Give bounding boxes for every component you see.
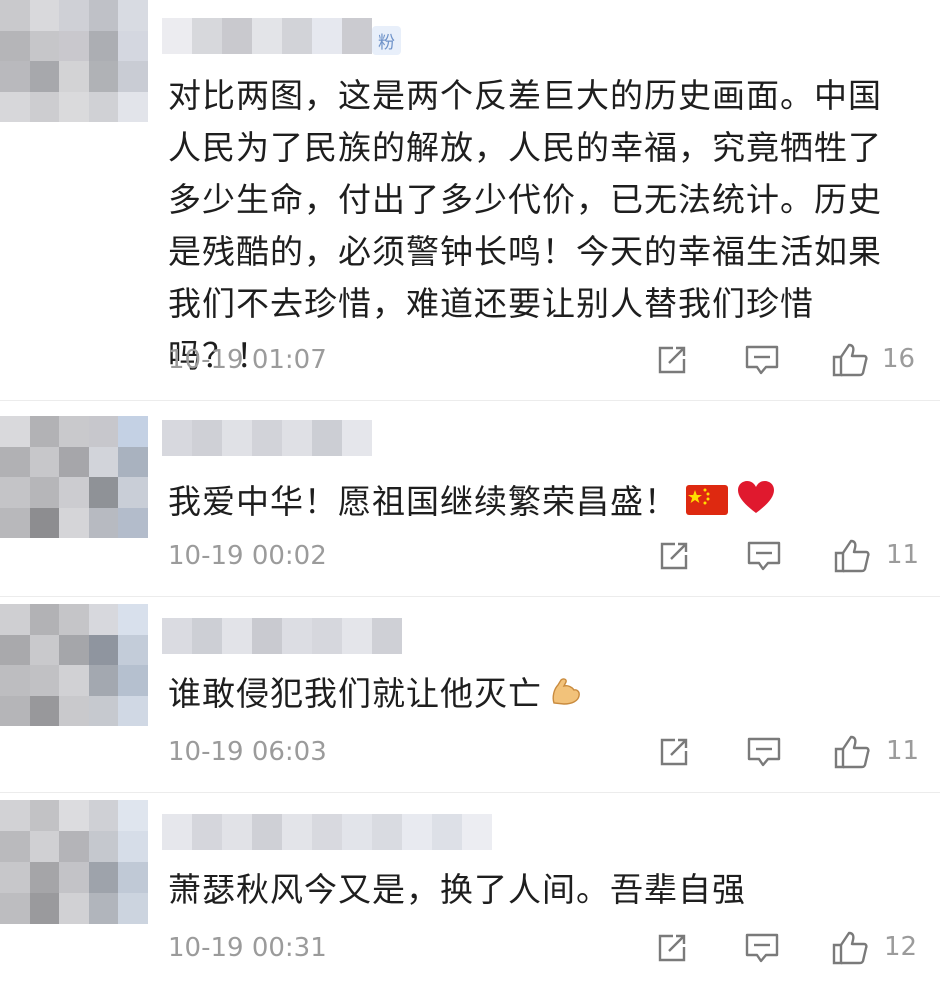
comment-text-content: 我爱中华！愿祖国继续繁荣昌盛！ bbox=[168, 482, 678, 521]
thumbs-up-icon[interactable] bbox=[832, 536, 872, 576]
comment-time: 10-19 00:31 bbox=[168, 933, 327, 963]
like-count: 11 bbox=[886, 540, 920, 570]
comment-time: 10-19 06:03 bbox=[168, 737, 327, 767]
thumbs-up-icon[interactable] bbox=[832, 732, 872, 772]
thumbs-up-icon[interactable] bbox=[830, 340, 870, 380]
reply-icon[interactable] bbox=[744, 732, 784, 772]
avatar[interactable] bbox=[0, 416, 148, 538]
comment-text: 我爱中华！愿祖国继续繁荣昌盛！ bbox=[168, 476, 912, 530]
like-count: 12 bbox=[884, 932, 918, 962]
username-blurred[interactable] bbox=[162, 18, 372, 54]
china-flag-icon bbox=[686, 478, 728, 530]
flexed-biceps-icon bbox=[550, 670, 582, 722]
avatar[interactable] bbox=[0, 800, 148, 924]
like-count: 16 bbox=[882, 344, 916, 374]
avatar[interactable] bbox=[0, 604, 148, 726]
comment-meta: 10-19 00:31 bbox=[168, 928, 910, 968]
username-blurred[interactable] bbox=[162, 420, 372, 456]
comment-meta: 10-19 00:02 bbox=[168, 536, 910, 576]
like-count: 11 bbox=[886, 736, 920, 766]
thumbs-up-icon[interactable] bbox=[830, 928, 870, 968]
comment-item: 粉 对比两图，这是两个反差巨大的历史画面。中国人民为了民族的解放，人民的幸福，究… bbox=[0, 0, 940, 401]
fan-badge: 粉 bbox=[372, 26, 401, 55]
share-icon[interactable] bbox=[652, 340, 692, 380]
comment-text: 对比两图，这是两个反差巨大的历史画面。中国人民为了民族的解放，人民的幸福，究竟牺… bbox=[168, 76, 882, 375]
reply-icon[interactable] bbox=[742, 340, 782, 380]
username-blurred[interactable] bbox=[162, 618, 402, 654]
red-heart-icon bbox=[736, 478, 776, 530]
comment-time: 10-19 01:07 bbox=[168, 345, 327, 375]
reply-icon[interactable] bbox=[744, 536, 784, 576]
comment-item: 谁敢侵犯我们就让他灭亡 10-19 06:03 11 bbox=[0, 596, 940, 793]
comment-text: 谁敢侵犯我们就让他灭亡 bbox=[168, 668, 912, 722]
username-blurred[interactable] bbox=[162, 814, 492, 850]
comment-time: 10-19 00:02 bbox=[168, 541, 327, 571]
share-icon[interactable] bbox=[654, 732, 694, 772]
reply-icon[interactable] bbox=[742, 928, 782, 968]
comment-meta: 10-19 06:03 bbox=[168, 732, 910, 772]
comment-text-content: 谁敢侵犯我们就让他灭亡 bbox=[168, 674, 542, 713]
comment-item: 萧瑟秋风今又是，换了人间。吾辈自强 10-19 00:31 12 bbox=[0, 792, 940, 1000]
share-icon[interactable] bbox=[652, 928, 692, 968]
comment-meta: 10-19 01:07 bbox=[168, 340, 910, 380]
comment-item: 我爱中华！愿祖国继续繁荣昌盛！ 10-19 00:02 11 bbox=[0, 400, 940, 597]
comment-text: 萧瑟秋风今又是，换了人间。吾辈自强 bbox=[168, 870, 746, 909]
share-icon[interactable] bbox=[654, 536, 694, 576]
avatar[interactable] bbox=[0, 0, 148, 122]
